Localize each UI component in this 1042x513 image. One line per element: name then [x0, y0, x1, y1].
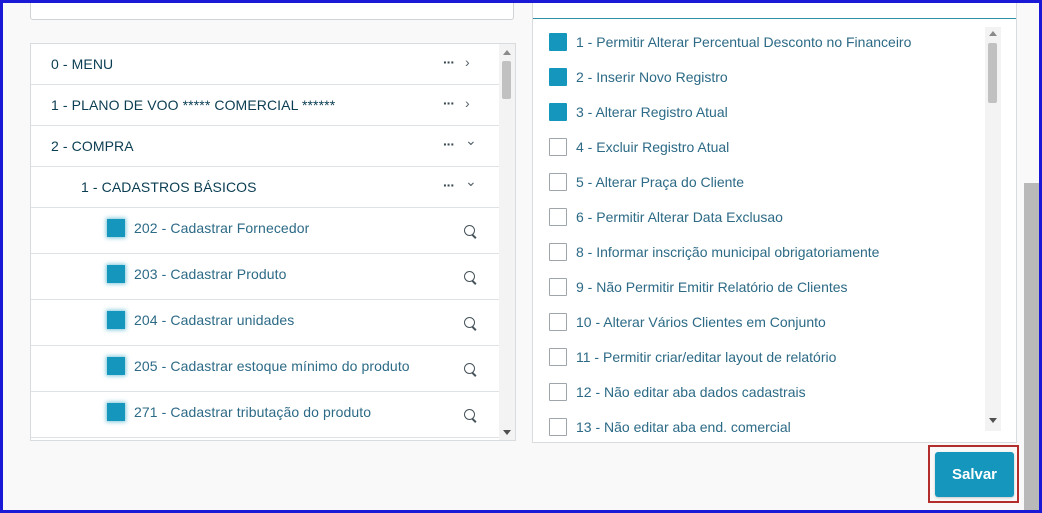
more-options-icon[interactable]: ··· [443, 136, 455, 152]
chevron-down-icon[interactable]: ⌄ [465, 132, 477, 149]
tree-node-label: 1 - PLANO DE VOO ***** COMERCIAL ****** [51, 97, 336, 113]
search-icon[interactable] [464, 363, 475, 374]
permission-label: 1 - Permitir Alterar Percentual Desconto… [576, 34, 912, 50]
tree-node-plano-de-voo[interactable]: 1 - PLANO DE VOO ***** COMERCIAL ****** … [31, 85, 499, 126]
menu-tree-panel: 0 - MENU ··· › 1 - PLANO DE VOO ***** CO… [30, 43, 516, 441]
save-button[interactable]: Salvar [935, 452, 1014, 497]
tree-leaf-label: 203 - Cadastrar Produto [134, 266, 287, 282]
permission-checkbox[interactable] [549, 208, 567, 226]
permission-checkbox[interactable] [549, 278, 567, 296]
tree-leaf[interactable]: 204 - Cadastrar unidades [31, 300, 499, 346]
permission-checkbox[interactable] [549, 313, 567, 331]
permissions-panel: 1 - Permitir Alterar Percentual Desconto… [532, 0, 1017, 443]
tree-leaf[interactable]: 202 - Cadastrar Fornecedor [31, 208, 499, 254]
more-options-icon[interactable]: ··· [443, 95, 455, 111]
permission-checkbox[interactable] [549, 33, 567, 51]
search-icon[interactable] [464, 409, 475, 420]
search-icon[interactable] [464, 225, 475, 236]
permission-checkbox[interactable] [107, 265, 125, 283]
permission-checkbox[interactable] [549, 243, 567, 261]
chevron-right-icon[interactable]: › [465, 54, 470, 70]
chevron-right-icon[interactable]: › [465, 95, 470, 111]
tree-leaf[interactable]: 271 - Cadastrar tributação do produto [31, 392, 499, 438]
scroll-thumb[interactable] [502, 61, 511, 99]
search-icon[interactable] [464, 271, 475, 282]
tree-leaf-label: 204 - Cadastrar unidades [134, 312, 295, 328]
tree-node-label: 0 - MENU [51, 56, 114, 72]
permission-label: 11 - Permitir criar/editar layout de rel… [576, 349, 837, 365]
permission-label: 12 - Não editar aba dados cadastrais [576, 384, 806, 400]
tree-leaf[interactable]: 205 - Cadastrar estoque mínimo do produt… [31, 346, 499, 392]
permission-checkbox[interactable] [549, 348, 567, 366]
scroll-down-icon[interactable] [989, 418, 997, 423]
permission-label: 4 - Excluir Registro Atual [576, 139, 730, 155]
tree-leaf-label: 202 - Cadastrar Fornecedor [134, 220, 310, 236]
permission-label: 10 - Alterar Vários Clientes em Conjunto [576, 314, 826, 330]
tree-node-label: 1 - CADASTROS BÁSICOS [81, 179, 257, 195]
scroll-thumb[interactable] [988, 43, 997, 103]
chevron-down-icon[interactable]: ⌄ [465, 173, 477, 190]
tree-leaf-label: 205 - Cadastrar estoque mínimo do produt… [134, 358, 410, 374]
permission-checkbox[interactable] [549, 68, 567, 86]
permission-label: 3 - Alterar Registro Atual [576, 104, 728, 120]
scroll-up-icon[interactable] [503, 50, 511, 55]
more-options-icon[interactable]: ··· [443, 54, 455, 70]
more-options-icon[interactable]: ··· [443, 177, 455, 193]
tree-node-menu[interactable]: 0 - MENU ··· › [31, 44, 499, 85]
permission-checkbox[interactable] [549, 173, 567, 191]
permission-label: 13 - Não editar aba end. comercial [576, 419, 791, 435]
tree-leaf[interactable]: 203 - Cadastrar Produto [31, 254, 499, 300]
permission-checkbox[interactable] [549, 418, 567, 436]
tree-scrollbar[interactable] [499, 44, 515, 440]
scroll-down-icon[interactable] [503, 430, 511, 435]
permission-checkbox[interactable] [549, 138, 567, 156]
tree-node-compra[interactable]: 2 - COMPRA ··· ⌄ [31, 126, 499, 167]
permission-checkbox[interactable] [549, 103, 567, 121]
permission-label: 5 - Alterar Praça do Cliente [576, 174, 745, 190]
permission-label: 9 - Não Permitir Emitir Relatório de Cli… [576, 279, 848, 295]
tree-node-label: 2 - COMPRA [51, 138, 134, 154]
permission-checkbox[interactable] [107, 219, 125, 237]
search-input[interactable] [30, 0, 514, 20]
permission-checkbox[interactable] [107, 311, 125, 329]
permission-label: 2 - Inserir Novo Registro [576, 69, 728, 85]
permissions-list: 1 - Permitir Alterar Percentual Desconto… [533, 19, 999, 439]
permission-label: 8 - Informar inscrição municipal obrigat… [576, 244, 880, 260]
page-scrollbar[interactable] [1024, 183, 1039, 510]
permission-checkbox[interactable] [107, 403, 125, 421]
tree-node-cadastros-basicos[interactable]: 1 - CADASTROS BÁSICOS ··· ⌄ [31, 167, 499, 208]
search-icon[interactable] [464, 317, 475, 328]
permission-checkbox[interactable] [549, 383, 567, 401]
permission-checkbox[interactable] [107, 357, 125, 375]
permission-label: 6 - Permitir Alterar Data Exclusao [576, 209, 783, 225]
permissions-scrollbar[interactable] [985, 27, 1001, 431]
tree-leaf-label: 271 - Cadastrar tributação do produto [134, 404, 372, 420]
scroll-up-icon[interactable] [989, 31, 997, 36]
